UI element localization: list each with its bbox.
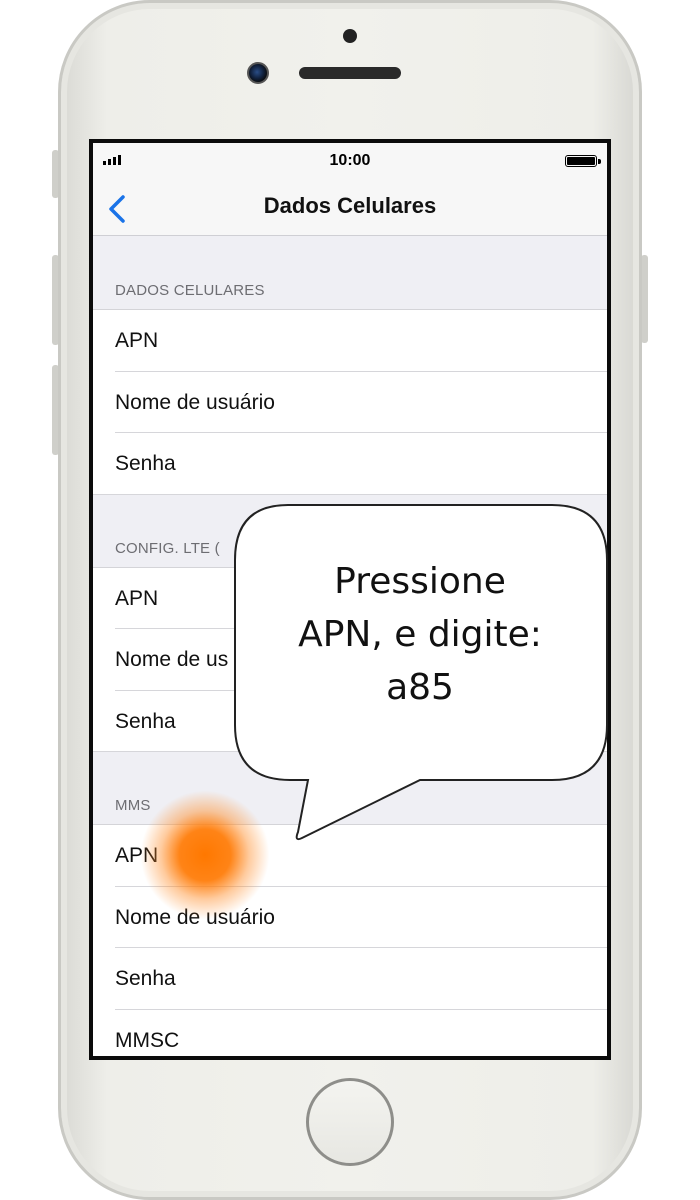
- list-item-label: APN: [115, 329, 159, 352]
- status-bar: 10:00: [93, 143, 607, 183]
- section-header-label: DADOS CELULARES: [115, 282, 265, 299]
- status-time: 10:00: [329, 152, 371, 169]
- list-item-label: Senha: [115, 452, 176, 475]
- list-item-label: MMSC: [115, 1028, 180, 1052]
- navigation-bar: Dados Celulares: [93, 183, 607, 236]
- page-title: Dados Celulares: [263, 193, 437, 218]
- list-item[interactable]: Senha: [93, 948, 607, 1010]
- list-item[interactable]: Nome de usuário: [93, 371, 607, 433]
- list-item[interactable]: MMSC: [93, 1009, 607, 1056]
- callout-line: APN, e digite:: [298, 614, 542, 655]
- list-item-label: Nome de us: [115, 648, 229, 671]
- list-item-label: Nome de usuário: [115, 390, 275, 414]
- section-header-label: MMS: [115, 797, 151, 814]
- battery-icon: [565, 155, 601, 167]
- list-item-label: APN: [115, 586, 159, 610]
- front-camera: [247, 62, 269, 84]
- tutorial-stage: 10:00 Dados Celulares DADOS CELULARES AP…: [0, 0, 700, 1200]
- proximity-sensor: [343, 29, 357, 43]
- list-item[interactable]: APN: [93, 310, 607, 372]
- callout-line: a85: [386, 667, 454, 708]
- home-button[interactable]: [306, 1078, 394, 1166]
- earpiece-speaker: [299, 67, 401, 79]
- callout-line: Pressione: [334, 561, 506, 602]
- instruction-callout: Pressione APN, e digite: a85: [240, 555, 600, 714]
- power-button: [641, 255, 648, 343]
- list-item-label: Senha: [115, 709, 176, 733]
- section-header-label: CONFIG. LTE (: [115, 539, 220, 557]
- section-header: DADOS CELULARES: [93, 237, 607, 310]
- list-item[interactable]: Senha: [93, 433, 607, 495]
- list-item-label: Senha: [115, 967, 176, 990]
